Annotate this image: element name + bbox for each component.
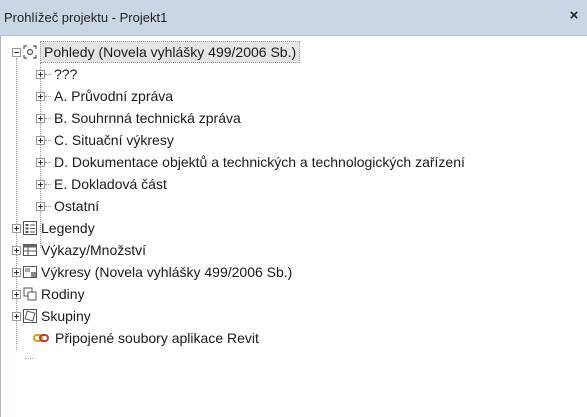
tree-line [45, 206, 51, 207]
tree-line [45, 96, 51, 97]
legend-icon [23, 221, 37, 235]
tree-node-b[interactable]: B. Souhrnná technická zpráva [1, 107, 587, 129]
tree-node-label: C. Situační výkresy [54, 132, 174, 148]
tree-node-a[interactable]: A. Průvodní zpráva [1, 85, 587, 107]
tree-node-legendy[interactable]: Legendy [1, 217, 587, 239]
tree-node-d[interactable]: D. Dokumentace objektů a technických a t… [1, 151, 587, 173]
revit-links-icon [33, 334, 49, 342]
tree-node-label: D. Dokumentace objektů a technických a t… [54, 154, 465, 170]
sheets-icon [23, 266, 37, 278]
expand-toggle[interactable] [12, 290, 21, 299]
tree-node-label: ??? [54, 66, 78, 82]
tree-node-e[interactable]: E. Dokladová část [1, 173, 587, 195]
tree-line [45, 140, 51, 141]
schedule-icon [23, 244, 37, 256]
tree-node-label: B. Souhrnná technická zpráva [54, 110, 241, 126]
tree-node-ostatni[interactable]: Ostatní [1, 195, 587, 217]
tree-line [45, 184, 51, 185]
tree-node-label: Pohledy (Novela vyhlášky 499/2006 Sb.) [40, 41, 301, 63]
groups-icon [23, 309, 37, 323]
tree-node-vykresy[interactable]: Výkresy (Novela vyhlášky 499/2006 Sb.) [1, 261, 587, 283]
tree-node-label: E. Dokladová část [54, 176, 167, 192]
expand-toggle[interactable] [36, 158, 45, 167]
tree-node-pohledy[interactable]: Pohledy (Novela vyhlášky 499/2006 Sb.) [1, 41, 587, 63]
tree-line [25, 358, 33, 359]
expand-toggle[interactable] [36, 92, 45, 101]
tree-node-rodiny[interactable]: Rodiny [1, 283, 587, 305]
tree-node-label: Výkazy/Množství [41, 242, 147, 258]
expand-toggle[interactable] [12, 246, 21, 255]
tree-node-vykazy[interactable]: Výkazy/Množství [1, 239, 587, 261]
tree-node-label: A. Průvodní zpráva [54, 88, 174, 104]
tree-node-label: Výkresy (Novela vyhlášky 499/2006 Sb.) [41, 264, 293, 280]
tree-node-revit-links[interactable]: Připojené soubory aplikace Revit [1, 327, 587, 349]
window-title: Prohlížeč projektu - Projekt1 [4, 10, 168, 25]
tree-line [45, 162, 51, 163]
tree-node-c[interactable]: C. Situační výkresy [1, 129, 587, 151]
views-icon [23, 45, 37, 59]
tree-line [45, 74, 51, 75]
tree-node-label: Připojené soubory aplikace Revit [55, 330, 259, 346]
project-browser-tree[interactable]: Pohledy (Novela vyhlášky 499/2006 Sb.) ?… [0, 36, 587, 417]
tree-node-skupiny[interactable]: Skupiny [1, 305, 587, 327]
tree-node-label: Rodiny [41, 286, 85, 302]
tree-node-label: Legendy [41, 220, 95, 236]
close-icon[interactable]: × [567, 8, 581, 24]
expand-toggle[interactable] [36, 202, 45, 211]
expand-toggle[interactable] [36, 70, 45, 79]
expand-toggle[interactable] [36, 136, 45, 145]
collapse-toggle[interactable] [12, 48, 21, 57]
expand-toggle[interactable] [36, 180, 45, 189]
tree-line [45, 118, 51, 119]
tree-node-label: Ostatní [54, 198, 100, 214]
families-icon [23, 287, 37, 301]
expand-toggle[interactable] [36, 114, 45, 123]
expand-toggle[interactable] [12, 224, 21, 233]
tree-node-unknown[interactable]: ??? [1, 63, 587, 85]
tree-node-label: Skupiny [41, 308, 91, 324]
expand-toggle[interactable] [12, 312, 21, 321]
title-bar: Prohlížeč projektu - Projekt1 × [0, 0, 587, 36]
expand-toggle[interactable] [12, 268, 21, 277]
